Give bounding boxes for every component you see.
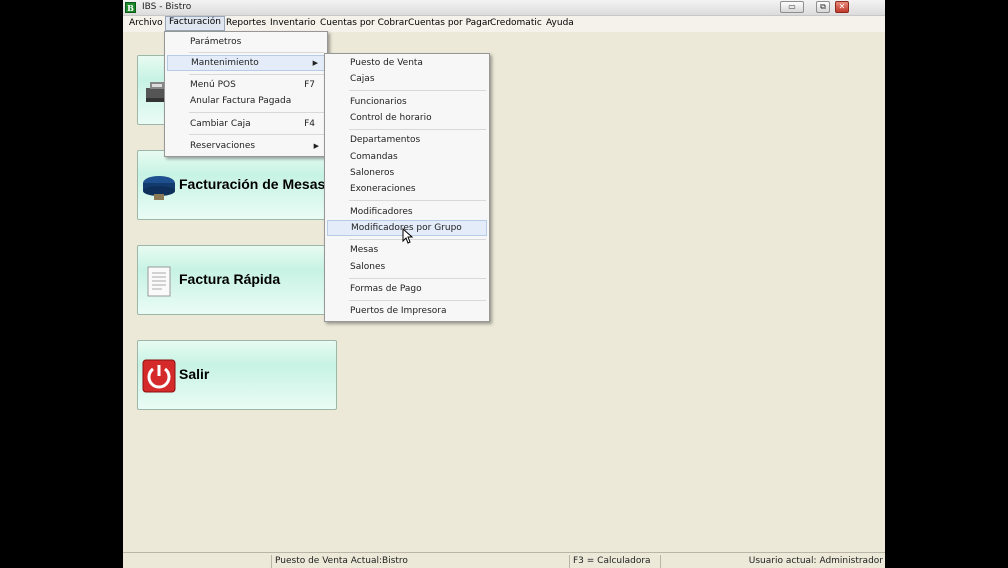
status-usuario: Usuario actual: Administrador (660, 555, 885, 568)
menu-item-reservaciones[interactable]: Reservaciones ▶ (167, 138, 325, 154)
facturacion-dropdown: Parámetros Mantenimiento ▶ Menú POS F7 A… (164, 31, 328, 157)
status-bar: Puesto de Venta Actual:Bistro F3 = Calcu… (123, 552, 885, 568)
menu-item-label: Menú POS (190, 80, 236, 90)
menu-credomatic[interactable]: Credomatic (487, 17, 545, 30)
restore-down-button[interactable]: ▭ (780, 1, 804, 13)
mouse-cursor-icon (402, 228, 414, 244)
menu-reportes[interactable]: Reportes (223, 17, 269, 30)
window-title: IBS - Bistro (142, 2, 192, 12)
close-icon: ✕ (838, 2, 846, 11)
maximize-icon: ⧉ (820, 2, 826, 11)
submenu-arrow-icon: ▶ (313, 142, 319, 150)
menu-item-label: Cambiar Caja (190, 119, 251, 129)
menu-item-cajas[interactable]: Cajas (327, 71, 487, 87)
menu-item-cambiar-caja[interactable]: Cambiar Caja F4 (167, 116, 325, 132)
tile-factura-rapida[interactable]: Factura Rápida (137, 245, 337, 315)
mantenimiento-submenu: Puesto de Venta Cajas Funcionarios Contr… (324, 53, 490, 322)
shortcut-label: F4 (304, 119, 315, 129)
menu-separator (349, 239, 486, 240)
tile-salir[interactable]: Salir (137, 340, 337, 410)
menu-separator (189, 134, 324, 135)
menu-ayuda[interactable]: Ayuda (543, 17, 577, 30)
menu-cuentas-por-pagar[interactable]: Cuentas por Pagar (405, 17, 494, 30)
shortcut-label: F7 (304, 80, 315, 90)
menu-item-mesas[interactable]: Mesas (327, 242, 487, 258)
status-puesto-venta: Puesto de Venta Actual:Bistro (271, 555, 569, 568)
menu-separator (189, 74, 324, 75)
menu-item-label: Reservaciones (190, 141, 256, 151)
minimize-button[interactable]: ⧉ (816, 1, 830, 13)
app-window: B IBS - Bistro ▭ ⧉ ✕ Archivo Facturación… (123, 0, 885, 568)
menu-item-departamentos[interactable]: Departamentos (327, 132, 487, 148)
menu-item-label: Anular Factura Pagada (190, 96, 292, 106)
menu-item-label: Parámetros (190, 37, 242, 47)
menu-item-comandas[interactable]: Comandas (327, 149, 487, 165)
menu-item-puertos-impresora[interactable]: Puertos de Impresora (327, 303, 487, 319)
menu-bar: Archivo Facturación Reportes Inventario … (123, 16, 885, 32)
menu-item-puesto-de-venta[interactable]: Puesto de Venta (327, 55, 487, 71)
tile-label: Factura Rápida (179, 271, 281, 287)
menu-inventario[interactable]: Inventario (267, 17, 319, 30)
menu-facturacion[interactable]: Facturación (165, 16, 225, 31)
power-icon (142, 359, 176, 393)
menu-item-formas-de-pago[interactable]: Formas de Pago (327, 281, 487, 297)
menu-item-funcionarios[interactable]: Funcionarios (327, 94, 487, 110)
document-icon (147, 266, 171, 297)
menu-item-menu-pos[interactable]: Menú POS F7 (167, 77, 325, 93)
submenu-arrow-icon: ▶ (312, 59, 318, 67)
menu-separator (349, 200, 486, 201)
menu-item-control-horario[interactable]: Control de horario (327, 110, 487, 126)
menu-separator (349, 300, 486, 301)
menu-separator (349, 90, 486, 91)
tile-label: Salir (179, 366, 210, 382)
app-b-icon: B (125, 2, 136, 13)
title-bar: B IBS - Bistro ▭ ⧉ ✕ (123, 0, 885, 16)
table-icon (143, 176, 175, 200)
menu-item-anular-factura[interactable]: Anular Factura Pagada (167, 93, 325, 109)
status-calculadora: F3 = Calculadora (569, 555, 659, 568)
menu-item-parametros[interactable]: Parámetros (167, 34, 325, 50)
close-button[interactable]: ✕ (835, 1, 849, 13)
menu-item-modificadores[interactable]: Modificadores (327, 204, 487, 220)
menu-separator (189, 112, 324, 113)
menu-archivo[interactable]: Archivo (126, 17, 166, 30)
menu-separator (349, 278, 486, 279)
menu-item-exoneraciones[interactable]: Exoneraciones (327, 181, 487, 197)
menu-item-salones[interactable]: Salones (327, 259, 487, 275)
tile-label: Facturación de Mesas (179, 176, 326, 192)
tile-facturacion-mesas[interactable]: Facturación de Mesas (137, 150, 337, 220)
menu-cuentas-por-cobrar[interactable]: Cuentas por Cobrar (317, 17, 411, 30)
menu-separator (189, 52, 324, 53)
menu-item-saloneros[interactable]: Saloneros (327, 165, 487, 181)
minimize-icon: ▭ (788, 2, 796, 11)
menu-item-label: Mantenimiento (191, 58, 259, 68)
menu-item-mantenimiento[interactable]: Mantenimiento ▶ (167, 55, 325, 71)
menu-separator (349, 129, 486, 130)
